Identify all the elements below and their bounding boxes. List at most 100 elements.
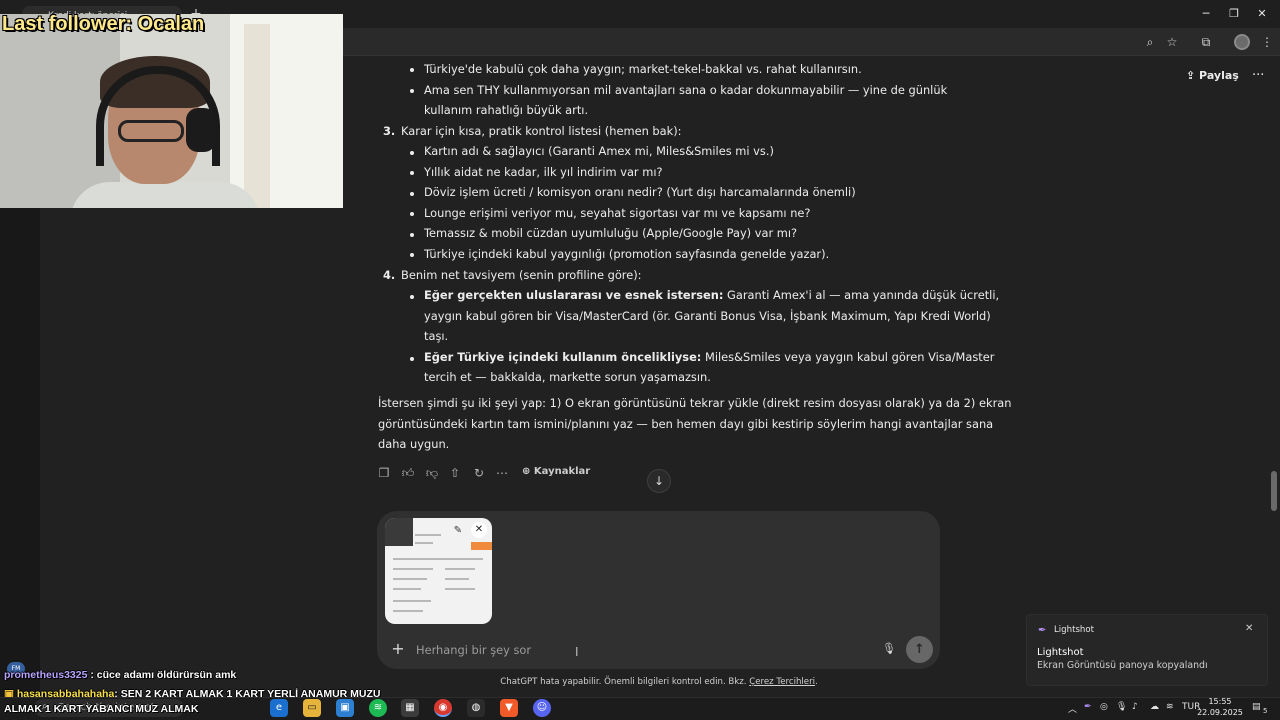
- list-item: Türkiye içindeki kabul yaygınlığı (promo…: [424, 247, 830, 261]
- share-message-icon[interactable]: ⇧: [447, 465, 463, 481]
- lightshot-notification: ✒ Lightshot ✕ Lightshot Ekran Görüntüsü …: [1026, 614, 1268, 686]
- list-item: Kartın adı & sağlayıcı (Garanti Amex mi,…: [424, 144, 774, 158]
- chat-text: : cüce adamı öldürürsün amk: [87, 669, 237, 681]
- webcam-overlay: [0, 14, 343, 208]
- onedrive-icon[interactable]: ☁: [1150, 702, 1159, 712]
- list-number: 4.: [383, 268, 396, 282]
- list-item-text: Miles&Smiles veya yaygın kabul gören Vis…: [701, 350, 995, 364]
- bullet-dot: [410, 357, 414, 361]
- extensions-icon[interactable]: ⧉: [1197, 34, 1215, 50]
- message-line: Ama sen THY kullanmıyorsan mil avantajla…: [424, 83, 948, 97]
- closing-paragraph: görüntüsündeki kartın tam ismini/planını…: [378, 417, 994, 431]
- chat-message: prometheus3325 : cüce adamı öldürürsün a…: [4, 669, 236, 681]
- bullet-dot: [410, 253, 414, 257]
- tray-app-icon[interactable]: ◎: [1100, 702, 1108, 712]
- list-item: Eğer Türkiye içindeki kullanım öncelikli…: [424, 347, 994, 368]
- thumbnail-text-line: [415, 542, 433, 544]
- disclaimer-end: .: [815, 677, 818, 687]
- profile-avatar[interactable]: [1234, 34, 1250, 50]
- share-icon: ⇪: [1186, 69, 1200, 82]
- clock-time: 15:55: [1208, 697, 1232, 706]
- share-button[interactable]: ⇪ Paylaş: [1186, 69, 1239, 87]
- text-cursor-icon: I: [575, 645, 579, 659]
- webcam-glasses: [118, 120, 184, 142]
- sources-button[interactable]: ⊕ Kaynaklar: [522, 466, 590, 477]
- notification-count: 5: [1263, 707, 1268, 715]
- list-number: 3.: [383, 124, 396, 138]
- toast-app-name: Lightshot: [1054, 625, 1094, 635]
- emphasis: Eğer Türkiye içindeki kullanım öncelikli…: [424, 350, 702, 364]
- thumbnail-card-image: [385, 518, 413, 546]
- list-item-cont: taşı.: [424, 329, 449, 343]
- zoom-icon[interactable]: ⌕: [1141, 34, 1159, 50]
- clock[interactable]: 15:55 22.09.2025: [1196, 696, 1244, 718]
- toast-message: Ekran Görüntüsü panoya kopyalandı: [1037, 660, 1208, 671]
- bullet-dot: [410, 233, 414, 237]
- microphone-icon[interactable]: 🎙︎: [881, 641, 897, 657]
- bullet-dot: [410, 171, 414, 175]
- arrow-down-icon: ↓: [653, 474, 665, 488]
- file-explorer-icon[interactable]: ▭: [303, 699, 321, 717]
- message-line: Türkiye'de kabulü çok daha yaygın; marke…: [424, 62, 862, 76]
- bookmark-star-icon[interactable]: ☆: [1163, 34, 1181, 50]
- arrow-up-icon: ↑: [914, 642, 925, 657]
- webcam-window-frame: [244, 24, 270, 208]
- sources-label: Kaynaklar: [533, 466, 591, 477]
- edit-attachment-icon[interactable]: ✎: [451, 524, 465, 538]
- brave-icon[interactable]: ▼: [500, 699, 518, 717]
- headset-earcup: [186, 108, 216, 152]
- prompt-input[interactable]: [416, 642, 836, 658]
- list-item: Döviz işlem ücreti / komisyon oranı nedi…: [424, 185, 856, 199]
- discord-icon[interactable]: ☺: [533, 699, 551, 717]
- tray-chevron-icon[interactable]: ︿: [1068, 702, 1077, 715]
- lightshot-tray-icon[interactable]: ✒: [1084, 702, 1092, 712]
- copy-icon[interactable]: ❐: [376, 465, 392, 481]
- scroll-down-button[interactable]: ↓: [647, 469, 671, 493]
- notification-icon[interactable]: ▤: [1252, 702, 1261, 712]
- bullet-dot: [410, 192, 414, 196]
- thumbnail-text-line: [445, 578, 469, 580]
- message-line: kullanım rahatlığı büyük artı.: [424, 103, 589, 117]
- edge-icon[interactable]: e: [270, 699, 288, 717]
- send-button[interactable]: ↑: [906, 636, 933, 663]
- list-item: Yıllık aidat ne kadar, ilk yıl indirim v…: [424, 165, 663, 179]
- lightshot-feather-icon: ✒: [1038, 625, 1047, 636]
- scrollbar-thumb[interactable]: [1271, 471, 1277, 511]
- bullet-dot: [410, 295, 414, 299]
- thumbnail-text-line: [393, 578, 427, 580]
- maximize-button[interactable]: ❐: [1224, 6, 1244, 22]
- cookie-preferences-link[interactable]: Çerez Tercihleri: [749, 677, 815, 687]
- obs-icon[interactable]: ◍: [467, 699, 485, 717]
- calculator-icon[interactable]: ▦: [401, 699, 419, 717]
- volume-icon[interactable]: ♪: [1132, 702, 1138, 712]
- spotify-icon[interactable]: ≋: [369, 699, 387, 717]
- add-attachment-button[interactable]: +: [390, 641, 406, 657]
- thumbnail-text-line: [393, 610, 423, 612]
- page-scrollbar[interactable]: [1271, 66, 1277, 696]
- browser-menu-icon[interactable]: ⋮: [1258, 34, 1276, 50]
- last-follower-label: Last follower: Ocalan: [2, 13, 205, 35]
- toast-close-button[interactable]: ✕: [1245, 623, 1253, 634]
- emphasis: Eğer gerçekten uluslararası ve esnek ist…: [424, 288, 724, 302]
- clock-date: 22.09.2025: [1197, 708, 1243, 717]
- store-icon[interactable]: ▣: [336, 699, 354, 717]
- close-window-button[interactable]: ✕: [1252, 6, 1272, 22]
- minimize-button[interactable]: ─: [1196, 6, 1216, 22]
- thumbnail-text-line: [415, 534, 441, 536]
- wifi-icon[interactable]: ≋: [1166, 702, 1174, 712]
- thumbs-down-icon[interactable]: 👎︎: [424, 465, 440, 481]
- bullet-dot: [410, 89, 414, 93]
- thumbnail-text-line: [393, 600, 431, 602]
- microphone-tray-icon[interactable]: 🎙︎: [1116, 702, 1127, 712]
- list-item-text: Garanti Amex'i al — ama yanında düşük üc…: [723, 288, 1000, 302]
- share-label: Paylaş: [1199, 69, 1239, 82]
- more-options-button[interactable]: ···: [1252, 68, 1264, 83]
- more-actions-icon[interactable]: ⋯: [494, 465, 510, 481]
- remove-attachment-button[interactable]: ✕: [471, 522, 487, 538]
- disclaimer-text: ChatGPT hata yapabilir. Önemli bilgileri…: [500, 677, 747, 687]
- thumbs-up-icon[interactable]: 👍︎: [400, 465, 416, 481]
- list-item-cont: yaygın kabul gören bir Visa/MasterCard (…: [424, 309, 991, 323]
- list-item: Temassız & mobil cüzdan uyumluluğu (Appl…: [424, 226, 798, 240]
- chrome-icon[interactable]: ◉: [434, 699, 452, 717]
- regenerate-icon[interactable]: ↻: [471, 465, 487, 481]
